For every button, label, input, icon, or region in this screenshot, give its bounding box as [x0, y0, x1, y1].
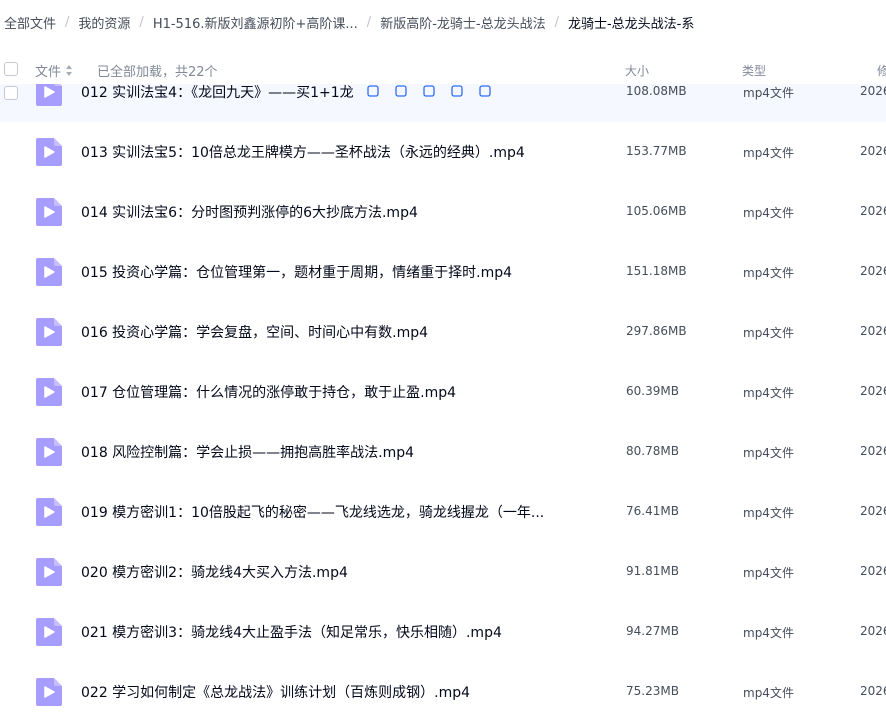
breadcrumb-item-course-folder[interactable]: H1-516.新版刘鑫源初阶+高阶课... — [153, 13, 358, 32]
file-size: 297.86MB — [626, 324, 687, 338]
file-modified-date: 2026 — [860, 324, 886, 338]
column-header-type[interactable]: 类型 — [742, 62, 766, 79]
load-status: 已全部加载，共22个 — [97, 65, 218, 80]
file-modified-date: 2026 — [860, 504, 886, 518]
file-name[interactable]: 018 风险控制篇：学会止损——拥抱高胜率战法.mp4 — [81, 442, 414, 462]
video-file-icon — [36, 678, 62, 706]
download-icon[interactable] — [394, 84, 408, 98]
breadcrumb-separator: / — [366, 14, 372, 30]
list-header: 文件 已全部加载，共22个 大小 类型 修 — [0, 50, 886, 84]
file-type: mp4文件 — [743, 266, 794, 280]
column-header-size[interactable]: 大小 — [625, 62, 649, 79]
file-name[interactable]: 013 实训法宝5：10倍总龙王牌模方——圣杯战法（永远的经典）.mp4 — [81, 142, 525, 162]
more-icon[interactable] — [478, 84, 492, 98]
file-modified-date: 2026 — [860, 264, 886, 278]
video-file-icon — [36, 438, 62, 466]
video-file-icon — [36, 198, 62, 226]
breadcrumb-separator: / — [139, 14, 144, 30]
breadcrumb-item-my-resources[interactable]: 我的资源 — [78, 13, 130, 32]
file-name[interactable]: 015 投资心学篇：仓位管理第一，题材重于周期，情绪重于择时.mp4 — [81, 262, 512, 282]
column-header-name-label: 文件 — [35, 65, 62, 80]
file-row[interactable]: 014 实训法宝6：分时图预判涨停的6大抄底方法.mp4 105.06MB mp4文… — [0, 182, 886, 242]
file-type: mp4文件 — [743, 146, 794, 160]
video-file-icon — [36, 618, 62, 646]
file-name[interactable]: 017 仓位管理篇：什么情况的涨停敢于持仓，敢于止盈.mp4 — [81, 382, 456, 402]
video-file-icon — [36, 138, 62, 166]
breadcrumb-item-all-files[interactable]: 全部文件 — [4, 13, 56, 32]
column-header-name[interactable]: 文件 — [35, 61, 73, 80]
file-type: mp4文件 — [743, 326, 794, 340]
video-file-icon — [36, 258, 62, 286]
video-file-icon — [36, 498, 62, 526]
file-row[interactable]: 020 模方密训2：骑龙线4大买入方法.mp4 91.81MB mp4文件 2026 — [0, 542, 886, 602]
file-modified-date: 2026 — [860, 204, 886, 218]
file-type: mp4文件 — [743, 206, 794, 220]
file-type: mp4文件 — [743, 506, 794, 520]
file-size: 91.81MB — [626, 564, 679, 578]
file-modified-date: 2026 — [860, 624, 886, 638]
breadcrumb-separator: / — [65, 14, 70, 30]
file-name[interactable]: 020 模方密训2：骑龙线4大买入方法.mp4 — [81, 562, 348, 582]
file-row[interactable]: 017 仓位管理篇：什么情况的涨停敢于持仓，敢于止盈.mp4 60.39MB mp4… — [0, 362, 886, 422]
file-name[interactable]: 021 模方密训3：骑龙线4大止盈手法（知足常乐，快乐相随）.mp4 — [81, 622, 502, 642]
file-row[interactable]: 022 学习如何制定《总龙战法》训练计划（百炼则成钢）.mp4 75.23MB mp… — [0, 662, 886, 722]
select-all-checkbox[interactable] — [4, 62, 18, 76]
file-modified-date: 2026 — [860, 684, 886, 698]
file-rows: 012 实训法宝4：《龙回九天》——买1+1龙 108.08MB mp4文件 2026… — [0, 66, 886, 722]
file-type: mp4文件 — [743, 386, 794, 400]
video-file-icon — [36, 378, 62, 406]
breadcrumb-item-current-folder: 龙骑士-总龙头战法-系 — [567, 16, 695, 32]
file-size: 76.41MB — [626, 504, 679, 518]
file-size: 60.39MB — [626, 384, 679, 398]
file-name[interactable]: 016 投资心学篇：学会复盘，空间、时间心中有数.mp4 — [81, 322, 428, 342]
file-browser: 全部文件 / 我的资源 / H1-516.新版刘鑫源初阶+高阶课... / 新版… — [0, 0, 886, 728]
file-modified-date: 2026 — [860, 564, 886, 578]
file-name[interactable]: 019 模方密训1：10倍股起飞的秘密——飞龙线选龙，骑龙线握龙（一年... — [81, 502, 544, 522]
file-size: 94.27MB — [626, 624, 679, 638]
file-type: mp4文件 — [743, 626, 794, 640]
video-file-icon — [36, 558, 62, 586]
file-row[interactable]: 016 投资心学篇：学会复盘，空间、时间心中有数.mp4 297.86MB mp4文… — [0, 302, 886, 362]
column-header-date[interactable]: 修 — [877, 62, 886, 79]
file-size: 80.78MB — [626, 444, 679, 458]
file-type: mp4文件 — [743, 446, 794, 460]
row-actions — [366, 84, 492, 98]
move-icon[interactable] — [450, 84, 464, 98]
file-row[interactable]: 021 模方密训3：骑龙线4大止盈手法（知足常乐，快乐相随）.mp4 94.27M… — [0, 602, 886, 662]
file-type: mp4文件 — [743, 566, 794, 580]
file-list[interactable]: 012 实训法宝4：《龙回九天》——买1+1龙 108.08MB mp4文件 2026… — [0, 66, 886, 728]
row-checkbox[interactable] — [4, 86, 18, 100]
file-size: 105.06MB — [626, 204, 687, 218]
file-modified-date: 2026 — [860, 144, 886, 158]
file-name[interactable]: 022 学习如何制定《总龙战法》训练计划（百炼则成钢）.mp4 — [81, 682, 470, 702]
file-modified-date: 2026 — [860, 444, 886, 458]
breadcrumb: 全部文件 / 我的资源 / H1-516.新版刘鑫源初阶+高阶课... / 新版… — [0, 0, 886, 44]
file-row[interactable]: 015 投资心学篇：仓位管理第一，题材重于周期，情绪重于择时.mp4 151.18… — [0, 242, 886, 302]
share-icon[interactable] — [366, 84, 380, 98]
breadcrumb-item-advanced-folder[interactable]: 新版高阶-龙骑士-总龙头战法 — [380, 13, 545, 32]
file-type: mp4文件 — [743, 86, 794, 100]
file-row[interactable]: 019 模方密训1：10倍股起飞的秘密——飞龙线选龙，骑龙线握龙（一年... 76… — [0, 482, 886, 542]
file-type: mp4文件 — [743, 686, 794, 700]
file-name[interactable]: 014 实训法宝6：分时图预判涨停的6大抄底方法.mp4 — [81, 202, 418, 222]
file-modified-date: 2026 — [860, 384, 886, 398]
file-name[interactable]: 012 实训法宝4：《龙回九天》——买1+1龙 — [81, 82, 354, 102]
breadcrumb-separator: / — [554, 14, 559, 30]
video-file-icon — [36, 318, 62, 346]
file-size: 153.77MB — [626, 144, 687, 158]
sort-icon[interactable] — [65, 65, 73, 77]
file-size: 151.18MB — [626, 264, 687, 278]
file-size: 75.23MB — [626, 684, 679, 698]
delete-icon[interactable] — [422, 84, 436, 98]
file-row[interactable]: 018 风险控制篇：学会止损——拥抱高胜率战法.mp4 80.78MB mp4文件 2… — [0, 422, 886, 482]
file-size: 108.08MB — [626, 84, 687, 98]
file-row[interactable]: 013 实训法宝5：10倍总龙王牌模方——圣杯战法（永远的经典）.mp4 153.… — [0, 122, 886, 182]
file-modified-date: 2026 — [860, 84, 886, 98]
